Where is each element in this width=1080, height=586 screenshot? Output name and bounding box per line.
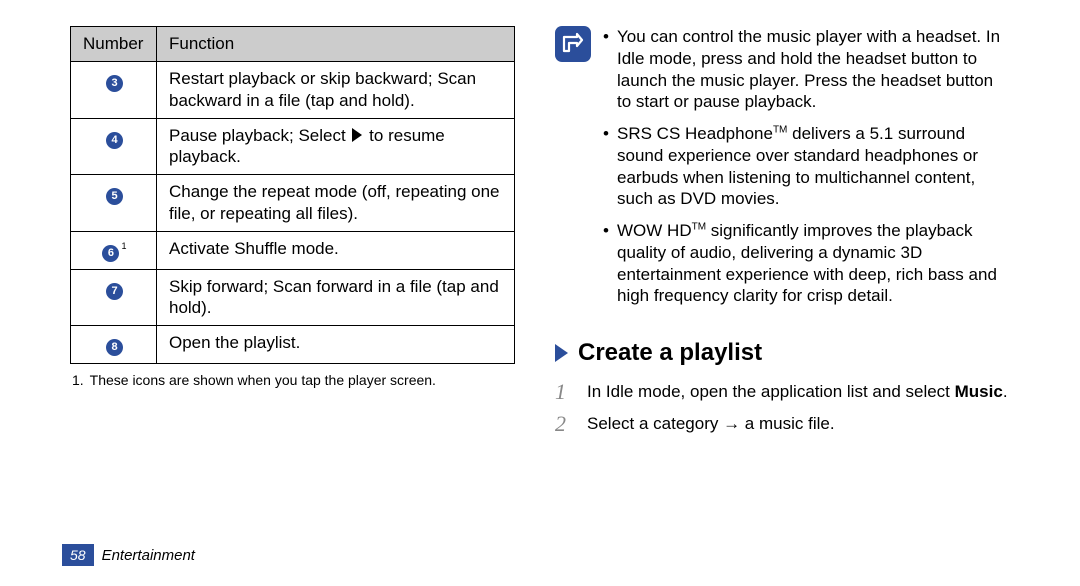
number-badge: 6 — [102, 245, 119, 262]
trademark: TM — [692, 221, 706, 232]
row-function: Open the playlist. — [157, 326, 515, 364]
step: 2 Select a category → a music file. — [555, 413, 1010, 435]
bullet-text: You can control the music player with a … — [617, 27, 1000, 111]
footnote-num: 1. — [72, 372, 86, 388]
row-function: Restart playback or skip backward; Scan … — [157, 62, 515, 119]
row-function: Change the repeat mode (off, repeating o… — [157, 175, 515, 232]
table-row: 4 Pause playback; Select to resume playba… — [71, 118, 515, 175]
step-number: 1 — [555, 381, 573, 403]
number-badge: 7 — [106, 283, 123, 300]
function-text: Pause playback; Select — [169, 126, 350, 145]
section-title: Create a playlist — [578, 339, 762, 367]
footnote-ref: 1 — [121, 241, 126, 251]
function-text: Restart playback or skip backward; Scan … — [169, 69, 476, 109]
play-icon — [352, 128, 362, 142]
step-body: Select a category → a music file. — [587, 413, 835, 435]
row-number: 3 — [71, 62, 157, 119]
table-row: 3 Restart playback or skip backward; Scan… — [71, 62, 515, 119]
table-row: 61 Activate Shuffle mode. — [71, 231, 515, 269]
table-row: 8 Open the playlist. — [71, 326, 515, 364]
step: 1 In Idle mode, open the application list… — [555, 381, 1010, 403]
step-body: In Idle mode, open the application list … — [587, 381, 1008, 403]
function-text: Change the repeat mode (off, repeating o… — [169, 182, 499, 222]
page-number: 58 — [62, 544, 94, 566]
bullet-text: SRS CS Headphone — [617, 124, 773, 143]
number-badge: 5 — [106, 188, 123, 205]
row-number: 7 — [71, 269, 157, 326]
chevron-right-icon — [555, 344, 568, 362]
note-bullets: You can control the music player with a … — [603, 26, 1010, 317]
row-number: 61 — [71, 231, 157, 269]
section-name: Entertainment — [102, 547, 195, 564]
header-function: Function — [157, 27, 515, 62]
number-badge: 4 — [106, 132, 123, 149]
function-text: Activate Shuffle mode. — [169, 239, 339, 258]
footnote: 1. These icons are shown when you tap th… — [70, 372, 515, 388]
page-footer: 58 Entertainment — [62, 544, 195, 566]
bullet-text: WOW HD — [617, 221, 692, 240]
number-badge: 8 — [106, 339, 123, 356]
row-number: 5 — [71, 175, 157, 232]
note-bullet: SRS CS HeadphoneTM delivers a 5.1 surrou… — [603, 123, 1010, 210]
step-text: Select a category → a music file. — [587, 414, 835, 433]
function-text: Skip forward; Scan forward in a file (ta… — [169, 277, 499, 317]
note-icon — [555, 26, 591, 62]
trademark: TM — [773, 124, 787, 135]
step-keyword: Music — [955, 382, 1003, 401]
row-function: Pause playback; Select to resume playbac… — [157, 118, 515, 175]
note-block: You can control the music player with a … — [555, 26, 1010, 317]
step-number: 2 — [555, 413, 573, 435]
row-number: 8 — [71, 326, 157, 364]
note-bullet: You can control the music player with a … — [603, 26, 1010, 113]
header-number: Number — [71, 27, 157, 62]
table-row: 7 Skip forward; Scan forward in a file (t… — [71, 269, 515, 326]
footnote-text: These icons are shown when you tap the p… — [90, 372, 436, 388]
note-bullet: WOW HDTM significantly improves the play… — [603, 220, 1010, 307]
row-number: 4 — [71, 118, 157, 175]
step-text-post: . — [1003, 382, 1008, 401]
functions-table: Number Function 3 Restart playback or ski… — [70, 26, 515, 364]
step-text: In Idle mode, open the application list … — [587, 382, 955, 401]
function-text: Open the playlist. — [169, 333, 300, 352]
section-heading: Create a playlist — [555, 339, 1010, 367]
steps-list: 1 In Idle mode, open the application list… — [555, 381, 1010, 435]
table-row: 5 Change the repeat mode (off, repeating … — [71, 175, 515, 232]
row-function: Activate Shuffle mode. — [157, 231, 515, 269]
number-badge: 3 — [106, 75, 123, 92]
row-function: Skip forward; Scan forward in a file (ta… — [157, 269, 515, 326]
